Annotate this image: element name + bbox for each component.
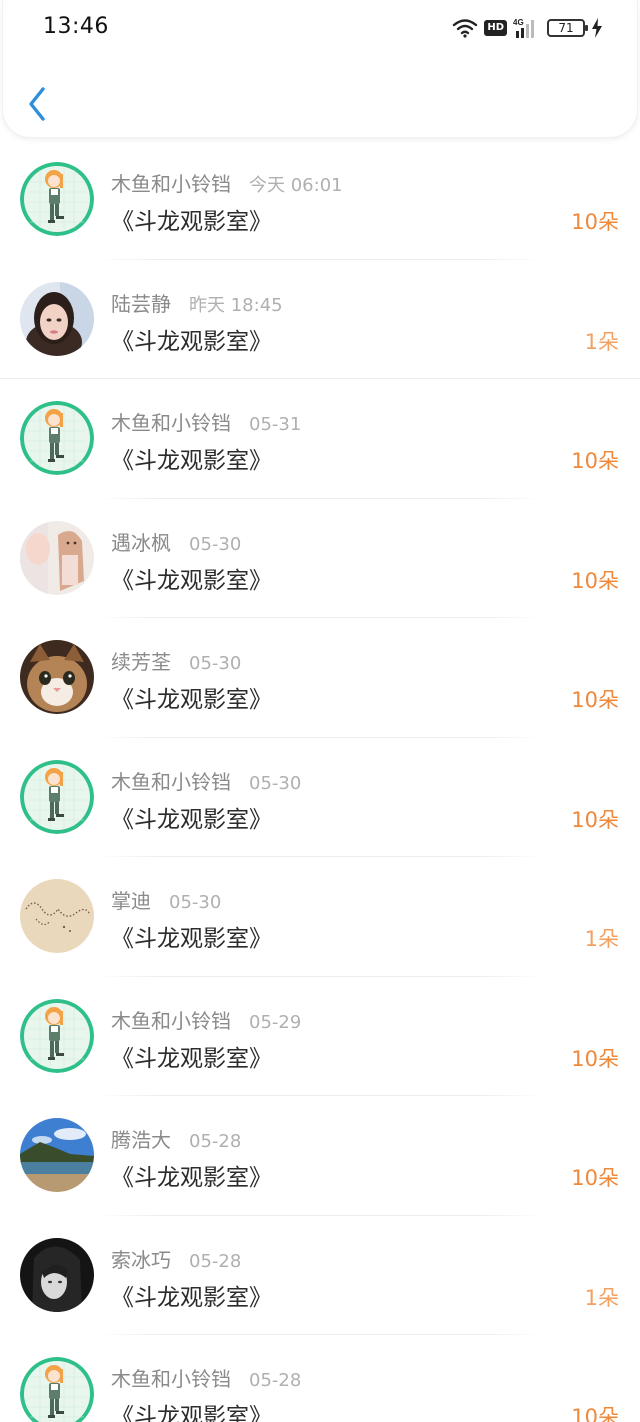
avatar[interactable] (20, 401, 94, 475)
back-button[interactable] (25, 84, 51, 124)
sender-name: 木鱼和小铃铛 05-28 (111, 1363, 301, 1392)
work-title[interactable]: 《斗龙观影室》 (111, 1158, 272, 1192)
timestamp: 05-30 (189, 653, 242, 674)
network-label: 4G (513, 18, 524, 27)
list-item[interactable]: 木鱼和小铃铛 今天 06:01 《斗龙观影室》 10朵 (0, 140, 640, 260)
avatar[interactable] (20, 879, 94, 953)
sender-name-text: 掌迪 (111, 889, 151, 913)
signal-icon: 4G (513, 17, 541, 39)
status-time: 13:46 (43, 14, 109, 39)
avatar[interactable] (20, 281, 94, 356)
page: 13:46 HD 4G 71 木鱼和小铃铛 今天 06:01 《斗龙观影室》 1… (0, 0, 640, 1422)
sender-name-text: 续芳荃 (111, 650, 171, 674)
avatar[interactable] (20, 520, 94, 595)
timestamp: 05-30 (249, 772, 302, 794)
sender-name-text: 木鱼和小铃铛 (111, 172, 231, 196)
sender-name: 木鱼和小铃铛 05-31 (111, 407, 301, 436)
work-title[interactable]: 《斗龙观影室》 (111, 202, 272, 236)
timestamp: 05-28 (189, 1250, 242, 1272)
gift-list: 木鱼和小铃铛 今天 06:01 《斗龙观影室》 10朵 陆芸静 昨天 18:45 《斗龙观… (0, 140, 640, 1422)
sender-name-text: 陆芸静 (111, 291, 171, 316)
work-title[interactable]: 《斗龙观影室》 (111, 919, 272, 953)
charging-icon (591, 18, 603, 38)
sender-name: 索冰巧 05-28 (111, 1244, 241, 1273)
list-item[interactable]: 续芳荃 05-30 《斗龙观影室》 10朵 (0, 618, 640, 738)
timestamp: 05-28 (189, 1131, 242, 1152)
timestamp: 05-29 (249, 1011, 302, 1033)
flower-amount: 10朵 (571, 449, 619, 473)
flower-amount: 10朵 (571, 1166, 619, 1190)
work-title[interactable]: 《斗龙观影室》 (111, 322, 272, 356)
sender-name: 木鱼和小铃铛 05-29 (111, 1005, 301, 1034)
flower-amount: 10朵 (571, 1405, 619, 1422)
work-title[interactable]: 《斗龙观影室》 (111, 1278, 272, 1312)
sender-name-text: 木鱼和小铃铛 (111, 1367, 231, 1391)
work-title[interactable]: 《斗龙观影室》 (111, 1397, 272, 1422)
avatar[interactable] (20, 1118, 94, 1192)
timestamp: 05-31 (249, 414, 302, 435)
sender-name-text: 木鱼和小铃铛 (111, 411, 231, 435)
avatar[interactable] (20, 1357, 94, 1422)
list-item[interactable]: 木鱼和小铃铛 05-28 《斗龙观影室》 10朵 (0, 1335, 640, 1422)
sender-name: 遇冰枫 05-30 (111, 527, 241, 556)
sender-name: 掌迪 05-30 (111, 885, 221, 914)
flower-amount: 10朵 (571, 1046, 619, 1071)
work-title[interactable]: 《斗龙观影室》 (111, 800, 272, 834)
avatar[interactable] (20, 998, 94, 1073)
sender-name-text: 遇冰枫 (111, 530, 171, 555)
battery-icon: 71 (547, 19, 588, 37)
flower-amount: 10朵 (571, 210, 619, 234)
flower-amount: 10朵 (571, 807, 619, 832)
header-bar: 13:46 HD 4G 71 (2, 0, 638, 138)
list-item[interactable]: 木鱼和小铃铛 05-30 《斗龙观影室》 10朵 (0, 738, 640, 857)
list-item[interactable]: 索冰巧 05-28 《斗龙观影室》 1朵 (0, 1216, 640, 1335)
work-title[interactable]: 《斗龙观影室》 (111, 1039, 272, 1073)
work-title[interactable]: 《斗龙观影室》 (111, 441, 272, 475)
avatar[interactable] (20, 640, 94, 714)
flower-amount: 10朵 (571, 688, 619, 712)
list-item[interactable]: 掌迪 05-30 《斗龙观影室》 1朵 (0, 857, 640, 977)
sender-name-text: 木鱼和小铃铛 (111, 1008, 231, 1033)
sender-name: 腾浩大 05-28 (111, 1124, 241, 1153)
sender-name-text: 木鱼和小铃铛 (111, 769, 231, 794)
status-bar: 13:46 HD 4G 71 (3, 0, 640, 56)
list-item[interactable]: 木鱼和小铃铛 05-29 《斗龙观影室》 10朵 (0, 977, 640, 1096)
flower-amount: 1朵 (584, 927, 619, 951)
work-title[interactable]: 《斗龙观影室》 (111, 561, 272, 595)
sender-name-text: 腾浩大 (111, 1128, 171, 1152)
timestamp: 05-30 (169, 892, 222, 913)
list-item[interactable]: 木鱼和小铃铛 05-31 《斗龙观影室》 10朵 (0, 379, 640, 499)
sender-name-text: 索冰巧 (111, 1247, 171, 1272)
flower-amount: 1朵 (584, 329, 619, 354)
flower-amount: 10朵 (571, 568, 619, 593)
status-icons: HD 4G 71 (452, 16, 603, 40)
timestamp: 05-30 (189, 533, 242, 555)
sender-name: 木鱼和小铃铛 05-30 (111, 766, 301, 795)
list-item[interactable]: 陆芸静 昨天 18:45 《斗龙观影室》 1朵 (0, 260, 640, 379)
hd-icon: HD (484, 20, 507, 36)
sender-name: 陆芸静 昨天 18:45 (111, 288, 283, 317)
sender-name: 木鱼和小铃铛 今天 06:01 (111, 168, 343, 197)
list-item[interactable]: 遇冰枫 05-30 《斗龙观影室》 10朵 (0, 499, 640, 618)
list-item[interactable]: 腾浩大 05-28 《斗龙观影室》 10朵 (0, 1096, 640, 1216)
timestamp: 05-28 (249, 1370, 302, 1391)
timestamp: 今天 06:01 (249, 175, 343, 196)
avatar[interactable] (20, 759, 94, 834)
wifi-icon (452, 18, 478, 38)
sender-name: 续芳荃 05-30 (111, 646, 241, 675)
avatar[interactable] (20, 1237, 94, 1312)
timestamp: 昨天 18:45 (189, 294, 283, 316)
flower-amount: 1朵 (584, 1285, 619, 1310)
chevron-left-icon (29, 87, 45, 121)
avatar[interactable] (20, 162, 94, 236)
work-title[interactable]: 《斗龙观影室》 (111, 680, 272, 714)
